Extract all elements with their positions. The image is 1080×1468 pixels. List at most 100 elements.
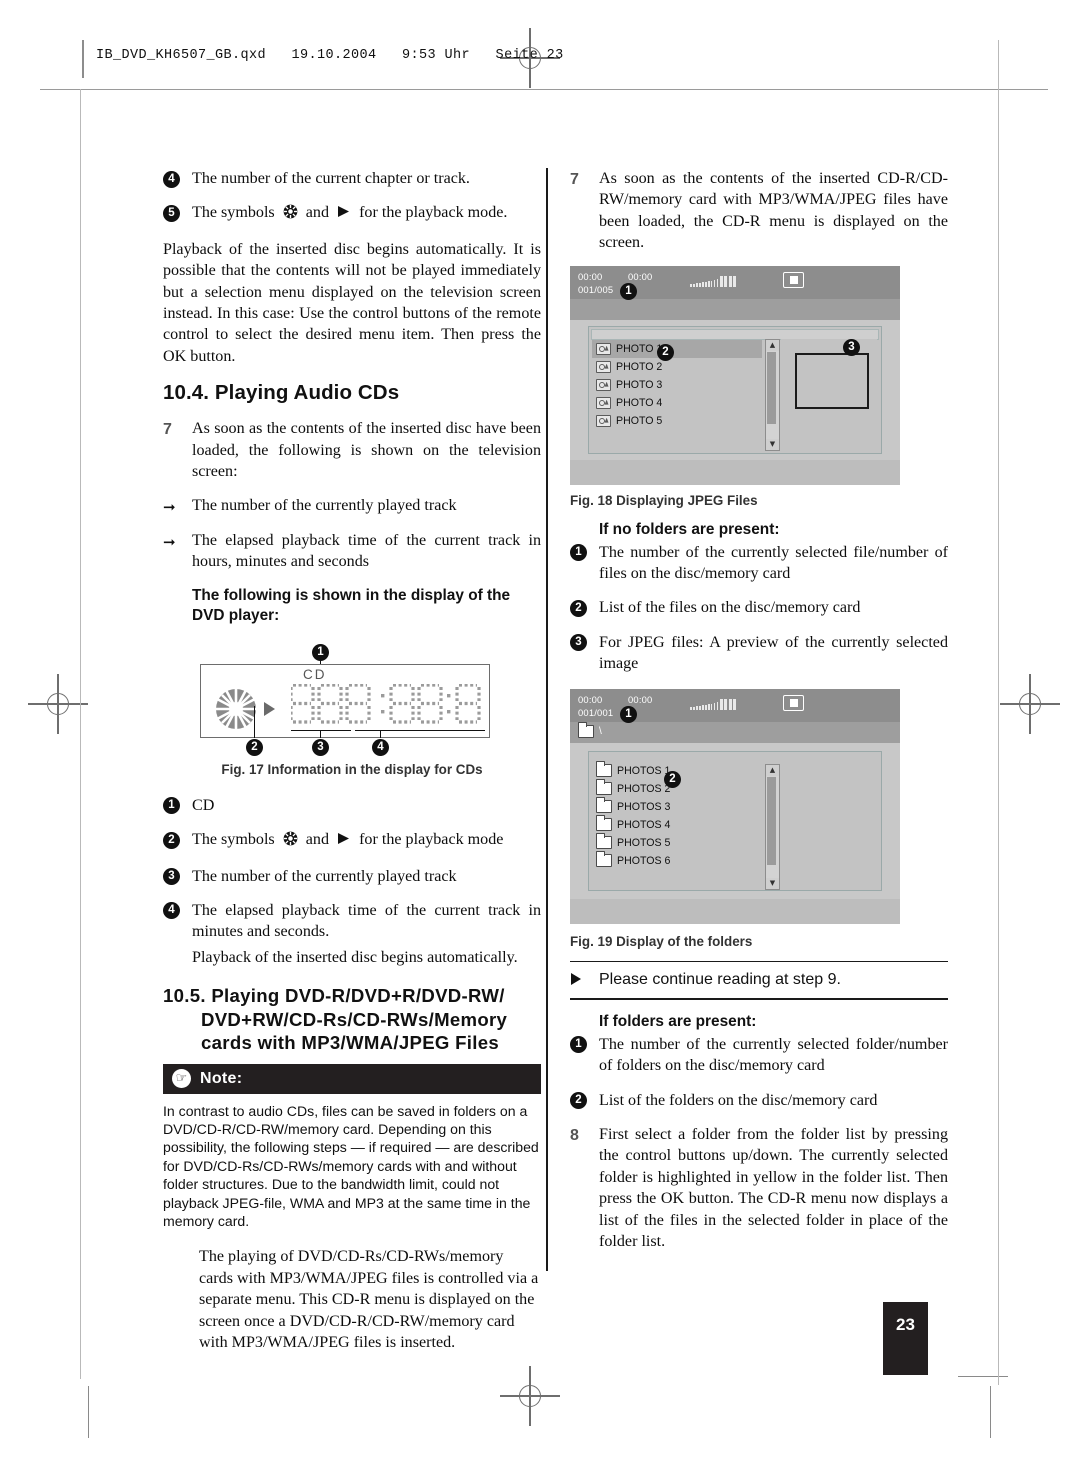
disc-spin-icon (215, 688, 257, 730)
header-underline (40, 89, 1048, 91)
folder-name: PHOTOS 2 (617, 782, 671, 795)
scrollbar-thumb[interactable] (767, 351, 776, 424)
osd-bottom-bar (570, 898, 900, 924)
seven-segment-digits (289, 683, 481, 729)
continue-text: Please continue reading at step 9. (599, 971, 841, 989)
fig19-path-text: \ (599, 725, 602, 737)
folder-icon (595, 815, 612, 832)
fig18-file-list: PHOTO 1 PHOTO 2 PHOTO 3 PHOTO 4 PHOTO 5 (592, 339, 762, 430)
file-name: PHOTO 5 (616, 414, 663, 427)
fig18-scrollbar[interactable]: ▲ ▼ (765, 338, 780, 451)
callout-badge-1: 1 (570, 544, 587, 562)
crop-line-bottom-left (88, 1386, 90, 1438)
fig19-callout-2: 2 (664, 770, 681, 788)
scrollbar-thumb[interactable] (767, 776, 776, 865)
folder-name: PHOTOS 3 (617, 800, 671, 813)
list-item[interactable]: PHOTO 5 (592, 412, 762, 430)
arrow-right-icon: ➞ (163, 498, 176, 517)
volume-bars-icon (690, 698, 737, 710)
figure-19-caption: Fig. 19 Display of the folders (570, 933, 753, 949)
arrow-right-icon: ➞ (163, 532, 176, 551)
fig18-elapsed-time: 00:00 (578, 270, 603, 282)
triangle-right-icon (571, 973, 581, 986)
osd-bottom-bar (570, 459, 900, 485)
list-item[interactable]: PHOTOS 4 (592, 815, 762, 834)
play-icon (337, 203, 350, 224)
file-name: PHOTO 3 (616, 378, 663, 391)
step-7-right: 7 As soon as the contents of the inserte… (570, 168, 948, 254)
play-indicator-icon (264, 701, 275, 716)
list-item[interactable]: PHOTO 4 (592, 394, 762, 412)
file-name: PHOTO 2 (616, 360, 663, 373)
section-heading-10-4: 10.4. Playing Audio CDs (163, 381, 400, 405)
fig18-callout-3: 3 (843, 338, 860, 356)
crop-line-mid-right (958, 1376, 1008, 1378)
fig18-total-time: 00:00 (628, 270, 653, 282)
folder-name: PHOTOS 1 (617, 764, 671, 777)
note-label: Note: (200, 1069, 243, 1087)
fig18-file-counter: 001/005 (578, 283, 614, 295)
callout-badge-1: 1 (163, 797, 180, 815)
legend-item-2: 2 The symbols and for the playback mode (163, 829, 541, 852)
folders-present-item-2-text: List of the folders on the disc/memory c… (599, 1091, 878, 1109)
folders-present-item-2: 2 List of the folders on the disc/memory… (570, 1090, 948, 1111)
legend-item-3: 3 The number of the currently played tra… (163, 866, 541, 887)
folders-present-item-1: 1 The number of the currently selected f… (570, 1034, 948, 1077)
folder-icon (577, 721, 594, 738)
scroll-down-icon[interactable]: ▼ (766, 877, 779, 889)
right-column: 7 As soon as the contents of the inserte… (570, 168, 948, 1266)
list-item[interactable]: PHOTO 3 (592, 376, 762, 394)
note-banner: ☞ Note: (163, 1063, 541, 1094)
list-item[interactable]: PHOTOS 6 (592, 851, 762, 870)
continue-instruction: Please continue reading at step 9. (570, 969, 948, 991)
legend-item-3-text: The number of the currently played track (192, 867, 457, 885)
step-7-right-text: As soon as the contents of the inserted … (599, 170, 948, 252)
step-number-7: 7 (570, 171, 579, 188)
step-7-left: 7 As soon as the contents of the inserte… (163, 418, 541, 482)
no-folders-item-3-text: For JPEG files: A preview of the current… (599, 633, 948, 673)
stop-icon (783, 694, 804, 711)
continue-rule-top (570, 960, 948, 963)
file-name: PHOTO 4 (616, 396, 663, 409)
fig19-browser-panel: PHOTOS 1 PHOTOS 2 PHOTOS 3 PHOTOS 4 PHOT… (588, 750, 882, 891)
callout-badge-3: 3 (163, 868, 180, 885)
list-item[interactable]: PHOTOS 3 (592, 797, 762, 816)
list-item[interactable]: PHOTOS 5 (592, 833, 762, 852)
legend-item-4-top: 4 The number of the current chapter or t… (163, 168, 541, 189)
registration-mark-bottom (500, 1366, 560, 1426)
legend-item-5-text-a: The symbols (192, 204, 275, 222)
arrow-item-1-text: The number of the currently played track (192, 497, 457, 515)
stop-icon (783, 271, 804, 288)
arrow-item-1: ➞ The number of the currently played tra… (163, 495, 541, 516)
indent-paragraph: The playing of DVD/CD-Rs/CD-RWs/memory c… (199, 1248, 539, 1352)
fig18-preview-pane (781, 338, 877, 449)
step-number-8: 8 (570, 1127, 579, 1145)
fig17-callout-4: 4 (372, 738, 389, 756)
no-folders-item-2-text: List of the files on the disc/memory car… (599, 599, 861, 617)
paragraph-playback: Playback of the inserted disc begins aut… (163, 240, 541, 365)
legend-item-1: 1 CD (163, 795, 541, 816)
step-8-text: First select a folder from the folder li… (599, 1126, 948, 1251)
no-folders-item-1-text: The number of the currently selected fil… (599, 543, 948, 583)
list-item[interactable]: PHOTO 1 (592, 339, 762, 358)
folder-icon (595, 797, 612, 814)
figure-18-caption: Fig. 18 Displaying JPEG Files (570, 492, 758, 508)
fig19-scrollbar[interactable]: ▲ ▼ (765, 763, 780, 890)
fig18-callout-2: 2 (657, 343, 674, 361)
scroll-up-icon[interactable]: ▲ (766, 339, 779, 351)
folder-name: PHOTOS 6 (617, 854, 671, 867)
legend-item-4: 4 The elapsed playback time of the curre… (163, 900, 541, 943)
list-item[interactable]: PHOTO 2 (592, 358, 762, 376)
fig17-callout-3: 3 (312, 738, 329, 756)
no-folders-item-2: 2 List of the files on the disc/memory c… (570, 597, 948, 618)
legend-item-5-top: 5 The symbols and for the playback mode. (163, 202, 541, 225)
figure-18-screen: 00:00 00:00 001/005 1 PHOTO 1 PHOTO 2 PH… (570, 265, 900, 485)
fig19-callout-1: 1 (620, 705, 637, 723)
fig17-bracket-3 (291, 729, 351, 731)
section-10-5-line1: 10.5. Playing DVD-R/DVD+R/DVD-RW/ (163, 985, 505, 1007)
folder-name: PHOTOS 4 (617, 818, 671, 831)
fig18-callout-1: 1 (620, 282, 637, 300)
scroll-up-icon[interactable]: ▲ (766, 764, 779, 776)
scroll-down-icon[interactable]: ▼ (766, 438, 779, 450)
legend-item-2-text-b: and (305, 831, 330, 849)
